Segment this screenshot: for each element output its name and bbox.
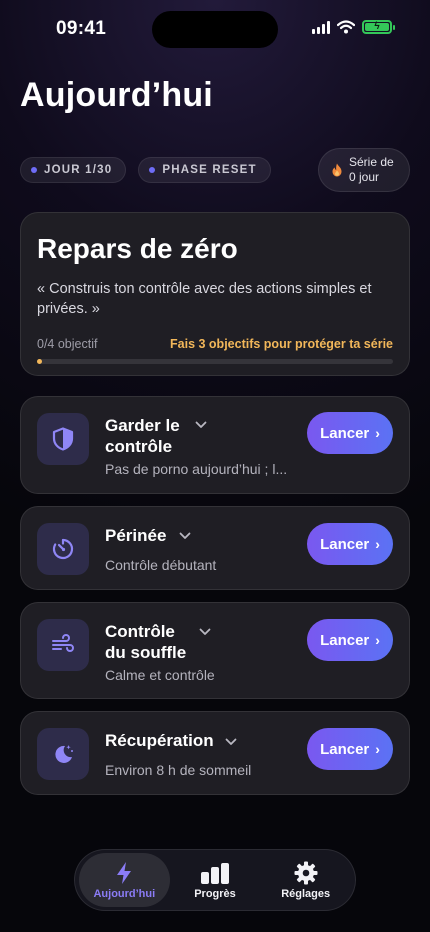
activity-name: Récupération — [105, 731, 214, 750]
activity-card-recovery[interactable]: Récupération Environ 8 h de sommeil Lanc… — [20, 711, 410, 795]
activity-icon-box — [37, 413, 89, 465]
launch-button-label: Lancer — [320, 424, 370, 442]
chevron-down-icon[interactable] — [199, 628, 211, 636]
streak-badge[interactable]: Série de 0 jour — [318, 148, 410, 192]
activity-name: Périnée — [105, 526, 167, 545]
dynamic-island — [152, 11, 278, 48]
chevron-right-icon: › — [375, 741, 380, 757]
streak-line2: 0 jour — [349, 170, 380, 184]
flame-icon — [332, 163, 342, 177]
launch-button-label: Lancer — [320, 535, 370, 553]
tab-today-label: Aujourd’hui — [93, 887, 156, 900]
chevron-down-icon[interactable] — [195, 421, 207, 429]
launch-button-label: Lancer — [320, 631, 370, 649]
gear-icon — [294, 861, 318, 884]
activity-card-perinee[interactable]: Périnée Contrôle débutant Lancer › — [20, 506, 410, 590]
launch-button[interactable]: Lancer › — [307, 523, 393, 565]
progress-bar — [37, 359, 393, 364]
battery-icon: ϟ — [362, 20, 395, 34]
bolt-icon — [117, 861, 132, 884]
launch-button[interactable]: Lancer › — [307, 412, 393, 454]
bars-icon — [201, 862, 229, 884]
activity-card-control[interactable]: Garder le contrôle Pas de porno aujourd’… — [20, 396, 410, 494]
tab-settings[interactable]: Réglages — [260, 853, 351, 907]
tab-progress-label: Progrès — [194, 887, 236, 900]
phase-chip: PHASE RESET — [138, 157, 271, 183]
streak-text: Série de 0 jour — [349, 155, 394, 185]
tab-settings-label: Réglages — [281, 887, 331, 900]
wifi-icon — [337, 20, 355, 34]
wind-icon — [52, 634, 74, 652]
activity-icon-box — [37, 619, 89, 671]
activity-name: Garder le contrôle — [105, 416, 180, 456]
chip-dot-icon — [31, 167, 37, 173]
phase-chips: JOUR 1/30 PHASE RESET — [20, 157, 271, 183]
chevron-right-icon: › — [375, 536, 380, 552]
cellular-signal-icon — [312, 20, 330, 34]
activity-name: Contrôle du souffle — [105, 622, 187, 662]
tab-bar: Aujourd’hui Progrès Réglages — [74, 849, 356, 911]
chevron-right-icon: › — [375, 425, 380, 441]
activity-card-breath[interactable]: Contrôle du souffle Calme et contrôle La… — [20, 602, 410, 699]
phase-chip-label: PHASE RESET — [162, 164, 257, 176]
card-quote: « Construis ton contrôle avec des action… — [37, 281, 372, 317]
streak-line1: Série de — [349, 155, 394, 169]
card-title: Repars de zéro — [37, 233, 238, 264]
status-icons: ϟ — [312, 20, 395, 34]
progress-hint: Fais 3 objectifs pour protéger ta série — [170, 337, 393, 351]
day-chip-label: JOUR 1/30 — [44, 164, 113, 176]
day-chip: JOUR 1/30 — [20, 157, 127, 183]
activity-icon-box — [37, 523, 89, 575]
shield-icon — [52, 427, 74, 451]
tab-progress[interactable]: Progrès — [170, 853, 261, 907]
progress-fill — [37, 359, 42, 364]
launch-button-label: Lancer — [320, 740, 370, 758]
status-time: 09:41 — [56, 18, 107, 39]
moon-icon — [55, 745, 73, 763]
launch-button[interactable]: Lancer › — [307, 619, 393, 661]
activity-subtitle: Contrôle débutant — [105, 557, 217, 573]
activity-subtitle: Environ 8 h de sommeil — [105, 762, 252, 778]
chip-dot-icon — [149, 167, 156, 173]
timer-icon — [52, 538, 74, 560]
progress-row: 0/4 objectif Fais 3 objectifs pour proté… — [37, 337, 393, 351]
launch-button[interactable]: Lancer › — [307, 728, 393, 770]
daily-goal-card: Repars de zéro « Construis ton contrôle … — [20, 212, 410, 376]
chevron-down-icon[interactable] — [179, 532, 191, 540]
chevron-right-icon: › — [375, 632, 380, 648]
activity-subtitle: Pas de porno aujourd’hui ; l... — [105, 461, 288, 477]
activity-icon-box — [37, 728, 89, 780]
chevron-down-icon[interactable] — [225, 738, 237, 746]
status-bar: 09:41 ϟ — [0, 0, 430, 54]
tab-today[interactable]: Aujourd’hui — [79, 853, 170, 907]
progress-count: 0/4 objectif — [37, 337, 98, 351]
page-title: Aujourd’hui — [20, 76, 213, 114]
activity-subtitle: Calme et contrôle — [105, 667, 215, 683]
